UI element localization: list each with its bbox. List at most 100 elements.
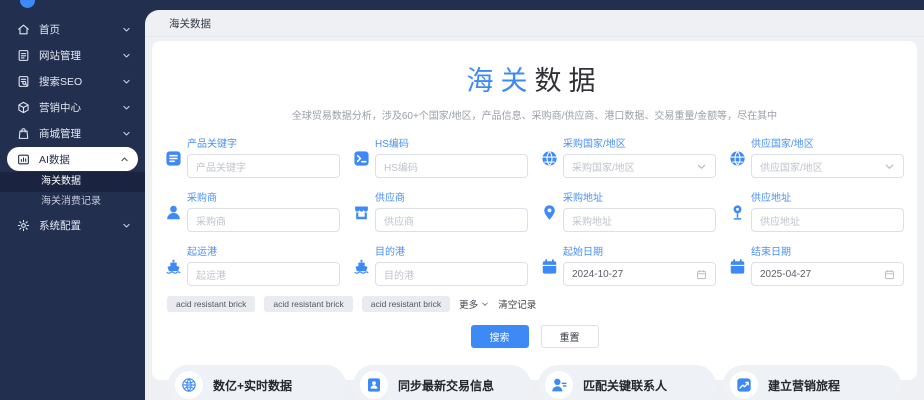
ai-data-icon [17, 153, 30, 166]
field-body: 供应商供应商 [375, 189, 528, 232]
purchase-address-input[interactable]: 采购地址 [563, 208, 716, 232]
sidebar-item-label: 商城管理 [39, 126, 81, 141]
chevron-up-icon [120, 155, 129, 164]
sidebar: 首页网站管理搜索SEO 营销中心商城管理 AI数据海关数据海关消费记录系统配置 [0, 0, 145, 400]
page-title: 海关数据 [156, 59, 913, 98]
sidebar-nav: 首页网站管理搜索SEO 营销中心商城管理 AI数据海关数据海关消费记录系统配置 [0, 16, 145, 238]
field-label: 供应地址 [751, 189, 904, 204]
more-button[interactable]: 更多 [459, 297, 489, 311]
feature-row: 数亿+实时数据同步最新交易信息匹配关键联系人建立营销旅程 [156, 365, 913, 400]
field-value: 起运港 [196, 267, 226, 282]
customs-data-card: 海关数据 全球贸易数据分析，涉及60+个国家/地区，产品信息、采购商/供应商、港… [152, 41, 917, 380]
field-product-keyword: 产品关键字产品关键字 [165, 135, 340, 178]
search-history-row: acid resistant brick acid resistant brick… [156, 286, 913, 312]
field-body: 起始日期 2024-10-27 [563, 243, 716, 286]
supplier-input[interactable]: 供应商 [375, 208, 528, 232]
field-buyer: 采购商采购商 [165, 189, 340, 232]
buyer-person-icon [165, 204, 182, 221]
field-label: 采购国家/地区 [563, 135, 716, 150]
contact-book-icon [360, 371, 388, 399]
clear-records-button[interactable]: 清空记录 [498, 297, 536, 311]
sidebar-item-5[interactable]: AI数据 [7, 147, 138, 171]
search-form: 产品关键字产品关键字HS编码HS编码采购国家/地区采购国家/地区供应国家/地区供… [156, 135, 913, 286]
search-button[interactable]: 搜索 [471, 325, 529, 348]
tab-customs-data[interactable]: 海关数据 [169, 16, 211, 31]
product-keyword-input[interactable]: 产品关键字 [187, 154, 340, 178]
page-subtitle: 全球贸易数据分析，涉及60+个国家/地区，产品信息、采购商/供应商、港口数据、交… [156, 107, 913, 122]
supply-country-input[interactable]: 供应国家/地区 [751, 154, 904, 178]
destination-port-input[interactable]: 目的港 [375, 262, 528, 286]
field-body: 起运港起运港 [187, 243, 340, 286]
sidebar-subitem-5-0[interactable]: 海关数据 [0, 172, 145, 192]
location-pin-icon [541, 204, 558, 221]
field-value: HS编码 [384, 159, 418, 174]
purchase-country-input[interactable]: 采购国家/地区 [563, 154, 716, 178]
chevron-down-icon [481, 300, 489, 308]
field-value: 采购国家/地区 [572, 159, 635, 174]
product-keyword-icon [165, 150, 182, 167]
history-tag-1[interactable]: acid resistant brick [264, 296, 352, 312]
sidebar-item-label: 搜索SEO [39, 74, 82, 89]
field-purchase-address: 采购地址采购地址 [541, 189, 716, 232]
website-icon [17, 49, 30, 62]
field-label: 产品关键字 [187, 135, 340, 150]
sidebar-item-3[interactable]: 营销中心 [0, 94, 145, 120]
globe-icon [541, 150, 558, 167]
history-tag-2[interactable]: acid resistant brick [362, 296, 450, 312]
supply-address-input[interactable]: 供应地址 [751, 208, 904, 232]
chevron-down-icon [884, 161, 895, 172]
globe-data-icon [175, 371, 203, 399]
field-label: 采购地址 [563, 189, 716, 204]
sidebar-subitem-5-1[interactable]: 海关消费记录 [0, 192, 145, 212]
buyer-input[interactable]: 采购商 [187, 208, 340, 232]
sidebar-item-6[interactable]: 系统配置 [0, 212, 145, 238]
departure-port-input[interactable]: 起运港 [187, 262, 340, 286]
field-destination-port: 目的港目的港 [353, 243, 528, 286]
calendar-outline-icon [884, 269, 895, 280]
field-value: 目的港 [384, 267, 414, 282]
home-icon [17, 23, 30, 36]
location-marker-icon [729, 204, 746, 221]
logo [20, 0, 35, 8]
sidebar-item-label: 网站管理 [39, 48, 81, 63]
feature-label: 匹配关键联系人 [583, 377, 667, 394]
chevron-down-icon [122, 77, 131, 86]
start-date-input[interactable]: 2024-10-27 [563, 262, 716, 286]
field-label: 采购商 [187, 189, 340, 204]
sidebar-item-1[interactable]: 网站管理 [0, 42, 145, 68]
sidebar-item-label: 系统配置 [39, 218, 81, 233]
field-body: 供应国家/地区供应国家/地区 [751, 135, 904, 178]
sidebar-item-label: 首页 [39, 22, 60, 37]
field-body: 采购国家/地区采购国家/地区 [563, 135, 716, 178]
field-departure-port: 起运港起运港 [165, 243, 340, 286]
field-label: 结束日期 [751, 243, 904, 258]
reset-button[interactable]: 重置 [541, 325, 599, 348]
mall-bag-icon [17, 127, 30, 140]
field-purchase-country: 采购国家/地区采购国家/地区 [541, 135, 716, 178]
hs-code-input[interactable]: HS编码 [375, 154, 528, 178]
key-contact-icon [545, 371, 573, 399]
sidebar-item-4[interactable]: 商城管理 [0, 120, 145, 146]
chevron-down-icon [122, 103, 131, 112]
chevron-down-icon [122, 129, 131, 138]
field-value: 采购地址 [572, 213, 612, 228]
journey-chart-icon [730, 371, 758, 399]
field-hs-code: HS编码 HS编码 [353, 135, 528, 178]
sidebar-item-0[interactable]: 首页 [0, 16, 145, 42]
feature-label: 建立营销旅程 [768, 377, 840, 394]
end-date-input[interactable]: 2025-04-27 [751, 262, 904, 286]
field-label: HS编码 [375, 135, 528, 150]
sidebar-item-2[interactable]: 搜索SEO [0, 68, 145, 94]
field-value: 供应商 [384, 213, 414, 228]
chevron-down-icon [122, 51, 131, 60]
field-label: 供应国家/地区 [751, 135, 904, 150]
globe-icon [729, 150, 746, 167]
supplier-store-icon [353, 204, 370, 221]
marketing-cube-icon [17, 101, 30, 114]
calendar-icon [541, 258, 558, 275]
field-label: 起始日期 [563, 243, 716, 258]
feature-pill-1: 同步最新交易信息 [353, 365, 531, 400]
feature-label: 同步最新交易信息 [398, 377, 494, 394]
feature-pill-2: 匹配关键联系人 [538, 365, 716, 400]
history-tag-0[interactable]: acid resistant brick [167, 296, 255, 312]
